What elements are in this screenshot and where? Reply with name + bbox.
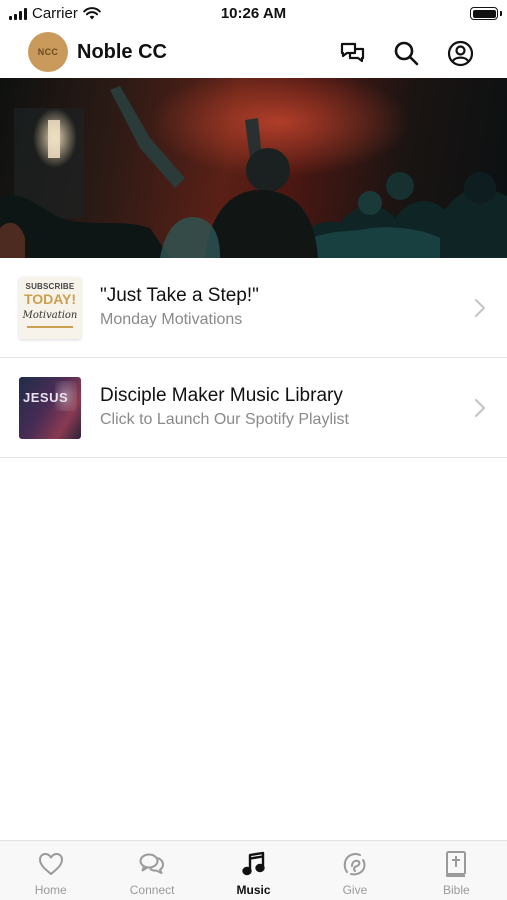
- tab-home[interactable]: Home: [0, 841, 101, 900]
- hero-banner[interactable]: [0, 78, 507, 258]
- app-title: Noble CC: [77, 41, 167, 63]
- tab-bar: Home Connect Music Give Bible: [0, 840, 507, 900]
- tab-label: Music: [236, 883, 271, 897]
- status-time: 10:26 AM: [220, 5, 287, 22]
- item-subtitle: Click to Launch Our Spotify Playlist: [100, 411, 349, 428]
- tab-label: Home: [34, 883, 67, 897]
- logo-text: NCC: [37, 47, 59, 57]
- tab-label: Connect: [129, 883, 175, 897]
- thumb-divider: [27, 326, 73, 328]
- status-bar: Carrier 10:26 AM: [0, 0, 507, 28]
- tab-label: Bible: [442, 883, 470, 897]
- tab-bible[interactable]: Bible: [406, 841, 507, 900]
- item-title: Disciple Maker Music Library: [100, 385, 343, 406]
- motivation-thumbnail: SUBSCRIBE TODAY! Motivation: [19, 277, 81, 339]
- search-icon[interactable]: [391, 38, 421, 68]
- heart-icon: [37, 850, 65, 878]
- chat-bubbles-icon: [138, 850, 166, 878]
- app-header: NCC Noble CC: [0, 28, 507, 78]
- thumb-text: JESUS: [23, 390, 69, 405]
- music-note-icon: [240, 850, 268, 878]
- profile-icon[interactable]: [445, 38, 475, 68]
- church-logo[interactable]: NCC: [28, 32, 68, 72]
- thumb-text: Motivation: [22, 310, 78, 321]
- list-item[interactable]: SUBSCRIBE TODAY! Motivation "Just Take a…: [0, 258, 507, 358]
- tab-music[interactable]: Music: [203, 841, 304, 900]
- list-item[interactable]: JESUS Disciple Maker Music Library Click…: [0, 358, 507, 458]
- tab-connect[interactable]: Connect: [101, 841, 202, 900]
- chat-icon[interactable]: [338, 38, 368, 68]
- tab-label: Give: [342, 883, 368, 897]
- bible-icon: [442, 850, 470, 878]
- hero-photo: [0, 78, 507, 258]
- content-list: SUBSCRIBE TODAY! Motivation "Just Take a…: [0, 258, 507, 458]
- thumb-text: SUBSCRIBE: [25, 282, 75, 291]
- give-icon: [341, 850, 369, 878]
- tab-give[interactable]: Give: [304, 841, 405, 900]
- chevron-right-icon: [475, 399, 485, 417]
- thumb-text: TODAY!: [23, 291, 77, 307]
- chevron-right-icon: [475, 299, 485, 317]
- battery-icon: [470, 7, 502, 20]
- music-library-thumbnail: JESUS: [19, 377, 81, 439]
- item-subtitle: Monday Motivations: [100, 311, 243, 328]
- item-title: "Just Take a Step!": [100, 285, 259, 306]
